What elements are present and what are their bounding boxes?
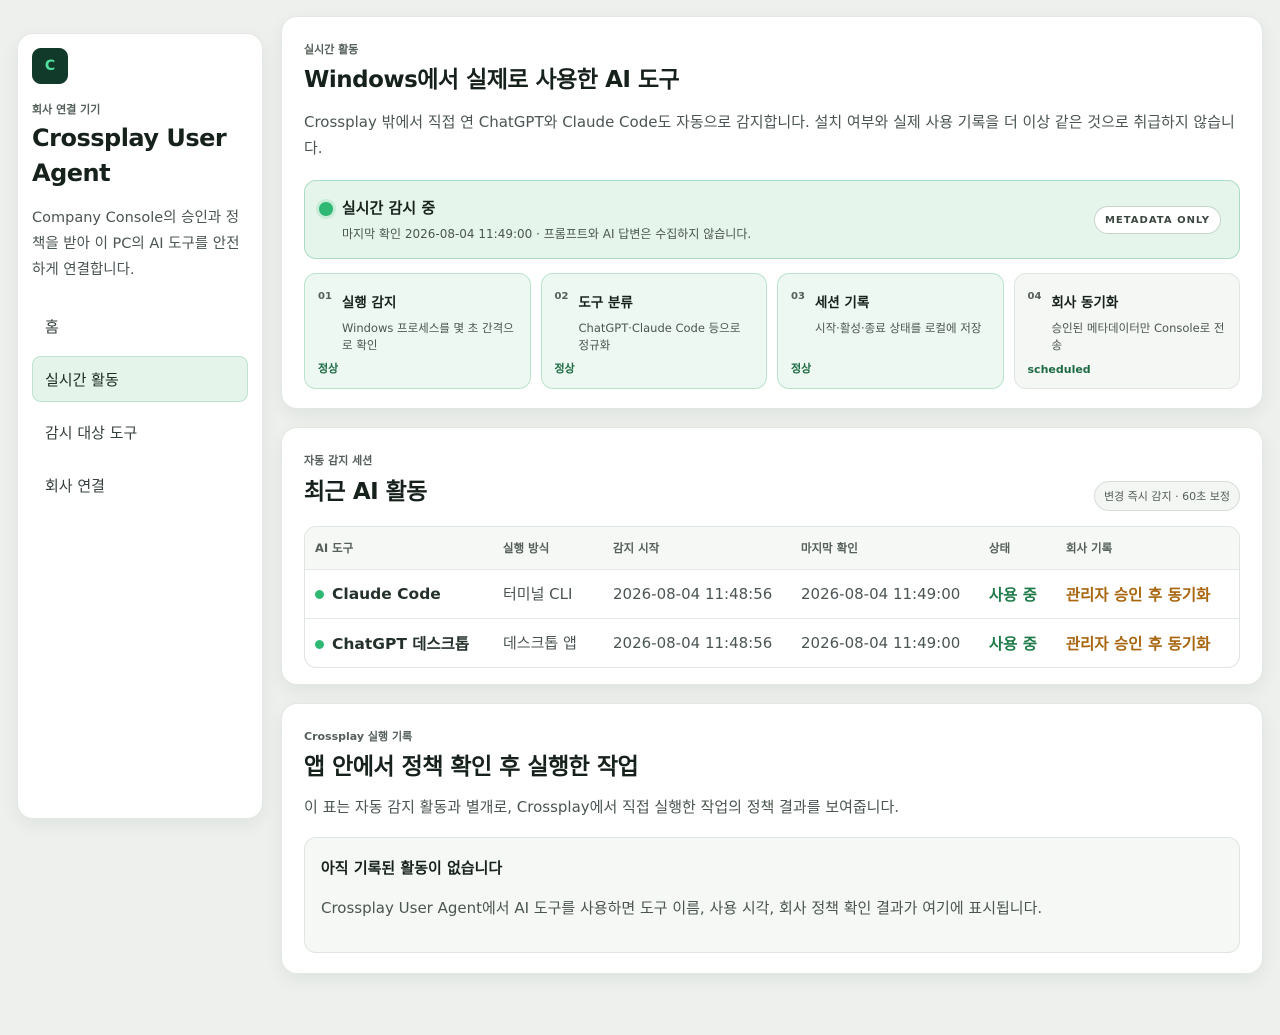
section-description: 이 표는 자동 감지 활동과 별개로, Crossplay에서 직접 실행한 작…: [304, 798, 900, 816]
tool-cell: ChatGPT 데스크톱: [305, 618, 493, 667]
tool-name: Claude Code: [332, 584, 441, 603]
step-number: 02: [554, 291, 569, 302]
sync-cell: 관리자 승인 후 동기화: [1066, 634, 1211, 653]
section-eyebrow: Crossplay 실행 기록: [304, 730, 413, 743]
sidebar: C 회사 연결 기기 Crossplay User Agent Company …: [17, 33, 263, 819]
sidebar-item-monitored-tools[interactable]: 감시 대상 도구: [32, 409, 248, 455]
step-number: 03: [791, 291, 805, 302]
section-eyebrow: 실시간 활동: [304, 43, 359, 56]
step-title: 실행 감지: [342, 295, 397, 311]
column-header: 실행 방식: [503, 540, 550, 555]
sessions-table: AI 도구 실행 방식 감지 시작 마지막 확인 상태 회사 기록 Claude…: [304, 526, 1240, 668]
start-time-cell: 2026-08-04 11:48:56: [613, 633, 773, 652]
step-description: 승인된 메타데이터만 Console로 전송: [1051, 321, 1225, 352]
step-status: 정상: [554, 362, 575, 375]
sessions-card: 자동 감지 세션 최근 AI 활동 변경 즉시 감지 · 60초 보정 AI 도…: [281, 427, 1263, 685]
empty-state-title: 아직 기록된 활동이 없습니다: [321, 859, 503, 877]
app-description: Company Console의 승인과 정책을 받아 이 PC의 AI 도구를…: [32, 210, 240, 278]
metadata-only-badge: METADATA ONLY: [1093, 206, 1221, 234]
monitor-title: 실시간 감시 중: [342, 199, 436, 217]
active-dot-icon: [315, 639, 324, 649]
method-cell: 터미널 CLI: [503, 585, 573, 603]
monitor-subtitle: 마지막 확인 2026-08-04 11:49:00 · 프롬프트와 AI 답변…: [342, 227, 752, 241]
step-status: 정상: [318, 362, 339, 375]
pipeline-steps: 01 실행 감지 Windows 프로세스를 몇 초 간격으로 확인 정상 02…: [304, 273, 1240, 389]
column-header: AI 도구: [315, 540, 354, 555]
section-title: 앱 안에서 정책 확인 후 실행한 작업: [304, 754, 639, 780]
step-card: 01 실행 감지 Windows 프로세스를 몇 초 간격으로 확인 정상: [304, 273, 531, 389]
last-check-cell: 2026-08-04 11:49:00: [801, 584, 961, 603]
step-title: 도구 분류: [578, 295, 633, 311]
table-header-row: AI 도구 실행 방식 감지 시작 마지막 확인 상태 회사 기록: [305, 527, 1239, 569]
realtime-card: 실시간 활동 Windows에서 실제로 사용한 AI 도구 Crossplay…: [281, 16, 1263, 409]
status-cell: 사용 중: [989, 585, 1038, 604]
sidebar-item-company-connection[interactable]: 회사 연결: [32, 462, 248, 508]
page-description: Crossplay 밖에서 직접 연 ChatGPT와 Claude Code도…: [304, 113, 1235, 157]
sidebar-eyebrow: 회사 연결 기기: [32, 103, 101, 116]
step-card: 03 세션 기록 시작·활성·종료 상태를 로컬에 저장 정상: [777, 273, 1004, 389]
tool-name: ChatGPT 데스크톱: [332, 634, 470, 653]
step-description: 시작·활성·종료 상태를 로컬에 저장: [815, 321, 982, 335]
sidebar-item-home[interactable]: 홈: [32, 303, 248, 349]
empty-state: 아직 기록된 활동이 없습니다 Crossplay User Agent에서 A…: [304, 837, 1240, 953]
app-title: Crossplay User Agent: [32, 124, 227, 187]
step-title: 세션 기록: [815, 295, 870, 311]
column-header: 상태: [989, 540, 1011, 555]
step-title: 회사 동기화: [1051, 295, 1119, 311]
tool-cell: Claude Code: [305, 569, 493, 618]
section-eyebrow: 자동 감지 세션: [304, 454, 373, 467]
live-status-icon: [319, 202, 333, 216]
table-row[interactable]: Claude Code 터미널 CLI 2026-08-04 11:48:56 …: [305, 569, 1239, 618]
history-card: Crossplay 실행 기록 앱 안에서 정책 확인 후 실행한 작업 이 표…: [281, 703, 1263, 974]
monitor-status-panel: 실시간 감시 중 마지막 확인 2026-08-04 11:49:00 · 프롬…: [304, 180, 1240, 259]
table-row[interactable]: ChatGPT 데스크톱 데스크톱 앱 2026-08-04 11:48:56 …: [305, 618, 1239, 667]
step-status: scheduled: [1027, 363, 1091, 376]
sidebar-nav: 홈 실시간 활동 감시 대상 도구 회사 연결: [32, 303, 248, 508]
step-number: 04: [1027, 291, 1042, 302]
step-description: Windows 프로세스를 몇 초 간격으로 확인: [342, 321, 514, 352]
status-cell: 사용 중: [989, 634, 1038, 653]
start-time-cell: 2026-08-04 11:48:56: [613, 584, 773, 603]
step-status: 정상: [791, 362, 812, 375]
column-header: 회사 기록: [1066, 540, 1113, 555]
column-header: 마지막 확인: [801, 540, 858, 555]
column-header: 감지 시작: [613, 540, 660, 555]
step-card: 02 도구 분류 ChatGPT·Claude Code 등으로 정규화 정상: [540, 273, 767, 389]
sidebar-item-realtime-activity[interactable]: 실시간 활동: [32, 356, 248, 402]
sync-cell: 관리자 승인 후 동기화: [1066, 585, 1211, 604]
step-number: 01: [318, 291, 332, 302]
active-dot-icon: [315, 589, 324, 599]
detection-mode-badge: 변경 즉시 감지 · 60초 보정: [1093, 481, 1240, 511]
method-cell: 데스크톱 앱: [503, 634, 577, 653]
page-title: Windows에서 실제로 사용한 AI 도구: [304, 67, 680, 93]
step-card: 04 회사 동기화 승인된 메타데이터만 Console로 전송 schedul…: [1013, 273, 1240, 389]
empty-state-description: Crossplay User Agent에서 AI 도구를 사용하면 도구 이름…: [321, 899, 1043, 917]
step-description: ChatGPT·Claude Code 등으로 정규화: [578, 321, 741, 352]
app-logo: C: [32, 48, 68, 84]
last-check-cell: 2026-08-04 11:49:00: [801, 633, 961, 652]
